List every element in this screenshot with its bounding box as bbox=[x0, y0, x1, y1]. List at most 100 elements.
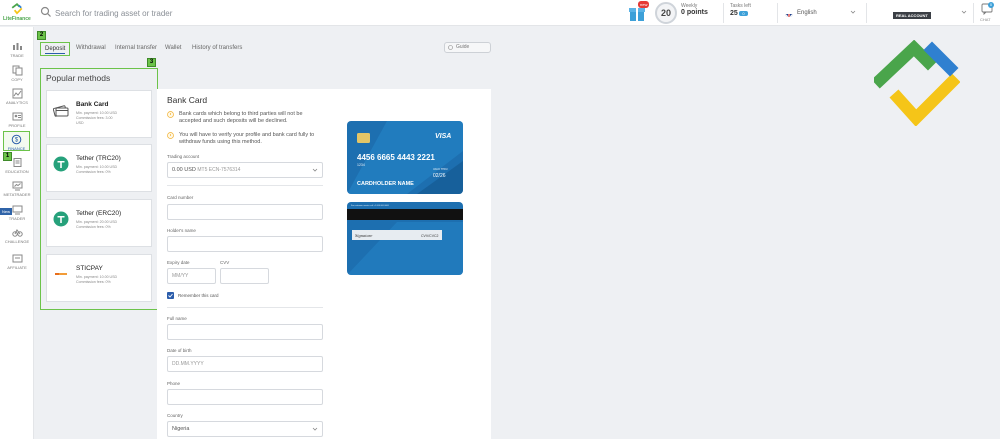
divider bbox=[866, 3, 867, 23]
sidebar-item-analytics[interactable]: ANALYTICS bbox=[0, 86, 34, 108]
sidebar-item-affiliate[interactable]: AFFILIATE bbox=[0, 251, 34, 273]
trade-icon bbox=[12, 43, 22, 50]
method-commission: Commission fees: 0% bbox=[76, 170, 111, 174]
full-name-input[interactable] bbox=[167, 324, 323, 340]
sidebar-item-profile[interactable]: PROFILE bbox=[0, 109, 34, 131]
tether-icon bbox=[53, 211, 69, 227]
tab-wallet[interactable]: Wallet bbox=[165, 42, 181, 54]
tasks-label: Tasks left bbox=[730, 3, 751, 9]
method-min-payment: Min. payment: 10.00 USD bbox=[76, 165, 118, 169]
chat-count-badge: 0 bbox=[988, 2, 994, 8]
card-expiry: 02/26 bbox=[433, 173, 446, 179]
card-small-number: 1234 bbox=[357, 163, 365, 167]
bank-card-icon bbox=[53, 105, 69, 117]
trading-account-select[interactable]: 0.00 USD MT5 ECN-7576314 bbox=[167, 162, 323, 178]
method-card-tether-trc20[interactable]: Tether (TRC20) Min. payment: 10.00 USD C… bbox=[46, 144, 152, 192]
warning-text: You will have to verify your profile and… bbox=[179, 132, 315, 145]
phone-label: Phone bbox=[167, 381, 181, 386]
challenge-icon bbox=[11, 229, 23, 237]
phone-input[interactable] bbox=[167, 389, 323, 405]
chevron-down-icon bbox=[312, 427, 318, 431]
card-back-graphic: For customer service call +1 000 000 000… bbox=[347, 202, 463, 275]
sidebar-item-label: CHALLENGE bbox=[4, 239, 30, 244]
tab-internal-transfer[interactable]: Internal transfer bbox=[115, 42, 157, 54]
warning-third-party: Bank cards which belong to third parties… bbox=[167, 111, 319, 125]
tasks-count: 25 bbox=[730, 10, 738, 17]
cvv-input[interactable] bbox=[220, 268, 269, 284]
profile-icon bbox=[12, 112, 22, 121]
divider bbox=[167, 185, 323, 186]
expiry-date-label: Expiry date bbox=[167, 260, 190, 265]
sidebar-item-education[interactable]: EDUCATION bbox=[0, 155, 34, 177]
cvv-label: CVV bbox=[220, 260, 230, 265]
guide-button[interactable]: Guide bbox=[444, 42, 491, 53]
weekly-points: 0 points bbox=[681, 9, 708, 16]
warning-verify: You will have to verify your profile and… bbox=[167, 132, 319, 146]
uk-flag-icon bbox=[785, 9, 793, 17]
sticpay-icon bbox=[55, 273, 67, 275]
method-name: Tether (TRC20) bbox=[76, 155, 121, 162]
litefinance-watermark-logo bbox=[874, 40, 960, 126]
full-name-label: Full name bbox=[167, 316, 187, 321]
expiry-placeholder: MM/YY bbox=[172, 273, 189, 279]
tab-history-of-transfers[interactable]: History of transfers bbox=[192, 42, 242, 54]
tasks-progress-badge: 0 bbox=[739, 11, 748, 16]
help-circle-icon bbox=[448, 45, 453, 50]
chevron-down-icon bbox=[312, 168, 318, 172]
holder-name-input[interactable] bbox=[167, 236, 323, 252]
warning-icon bbox=[167, 132, 174, 139]
new-badge: new bbox=[638, 1, 650, 8]
education-icon bbox=[13, 158, 21, 167]
sidebar-item-finance[interactable]: $ FINANCE bbox=[3, 131, 30, 151]
sidebar-item-trade[interactable]: TRADE bbox=[0, 39, 34, 61]
country-select[interactable]: Nigeria bbox=[167, 421, 323, 437]
sidebar-item-copy[interactable]: COPY bbox=[0, 63, 34, 85]
trading-account-label: Trading account bbox=[167, 154, 200, 159]
method-name: Tether (ERC20) bbox=[76, 210, 122, 217]
method-card-tether-erc20[interactable]: Tether (ERC20) Min. payment: 20.00 USD C… bbox=[46, 199, 152, 247]
trading-account-number: MT5 ECN-7576314 bbox=[197, 167, 241, 173]
guide-label: Guide bbox=[456, 44, 470, 50]
holder-name-label: Holder's name bbox=[167, 228, 196, 233]
chevron-down-icon[interactable] bbox=[850, 9, 856, 15]
tab-deposit[interactable]: Deposit bbox=[40, 42, 71, 56]
search-input[interactable] bbox=[55, 6, 305, 20]
method-card-sticpay[interactable]: STICPAY Min. payment: 10.00 USD Commissi… bbox=[46, 254, 152, 302]
remember-card-checkbox[interactable] bbox=[167, 292, 174, 299]
sidebar-item-metatrader[interactable]: METATRADER bbox=[0, 178, 34, 200]
new-badge: New bbox=[0, 208, 13, 215]
method-commission: Commission fees: 0% bbox=[76, 225, 111, 229]
account-type-badge[interactable]: REAL ACCOUNT bbox=[893, 12, 931, 19]
litefinance-logo[interactable]: LiteFinance bbox=[3, 2, 33, 24]
divider bbox=[723, 3, 724, 23]
card-holder-name: CARDHOLDER NAME bbox=[357, 181, 414, 187]
chevron-down-icon[interactable] bbox=[961, 9, 967, 15]
dob-label: Date of birth bbox=[167, 348, 192, 353]
dob-input[interactable]: DD.MM.YYYY bbox=[167, 356, 323, 372]
card-brand: VISA bbox=[435, 133, 451, 140]
method-name: Bank Card bbox=[76, 101, 109, 108]
trading-account-balance: 0.00 USD bbox=[172, 167, 196, 173]
level-badge[interactable]: 20 bbox=[655, 2, 677, 24]
card-back-service-text: For customer service call +1 000 000 000… bbox=[351, 204, 390, 207]
method-min-payment: Min. payment: 10.00 USD bbox=[76, 275, 118, 279]
language-select[interactable]: English bbox=[797, 10, 817, 16]
trader-icon bbox=[12, 205, 22, 215]
card-number-label: Card number bbox=[167, 195, 194, 200]
sidebar-item-label: ANALYTICS bbox=[6, 100, 28, 105]
method-min-payment: Min. payment: 20.00 USD bbox=[76, 220, 118, 224]
card-front-preview: VISA 4456 6665 4443 2221 1234 VALID THRU… bbox=[347, 121, 463, 194]
sidebar-item-label: COPY bbox=[11, 77, 23, 82]
sidebar-item-challenge[interactable]: CHALLENGE bbox=[0, 225, 34, 247]
method-card-bank-card[interactable]: Bank Card Min. payment: 10.00 USD Commis… bbox=[46, 90, 152, 138]
logo-mark-icon bbox=[11, 3, 23, 15]
affiliate-icon bbox=[12, 254, 22, 263]
method-min-payment: Min. payment: 10.00 USD bbox=[76, 111, 118, 115]
analytics-icon bbox=[12, 88, 22, 99]
search-icon[interactable] bbox=[40, 6, 52, 18]
tab-withdrawal[interactable]: Withdrawal bbox=[76, 42, 106, 54]
country-value: Nigeria bbox=[172, 426, 190, 432]
country-label: Country bbox=[167, 413, 183, 418]
card-number-input[interactable] bbox=[167, 204, 323, 220]
expiry-date-input[interactable]: MM/YY bbox=[167, 268, 216, 284]
